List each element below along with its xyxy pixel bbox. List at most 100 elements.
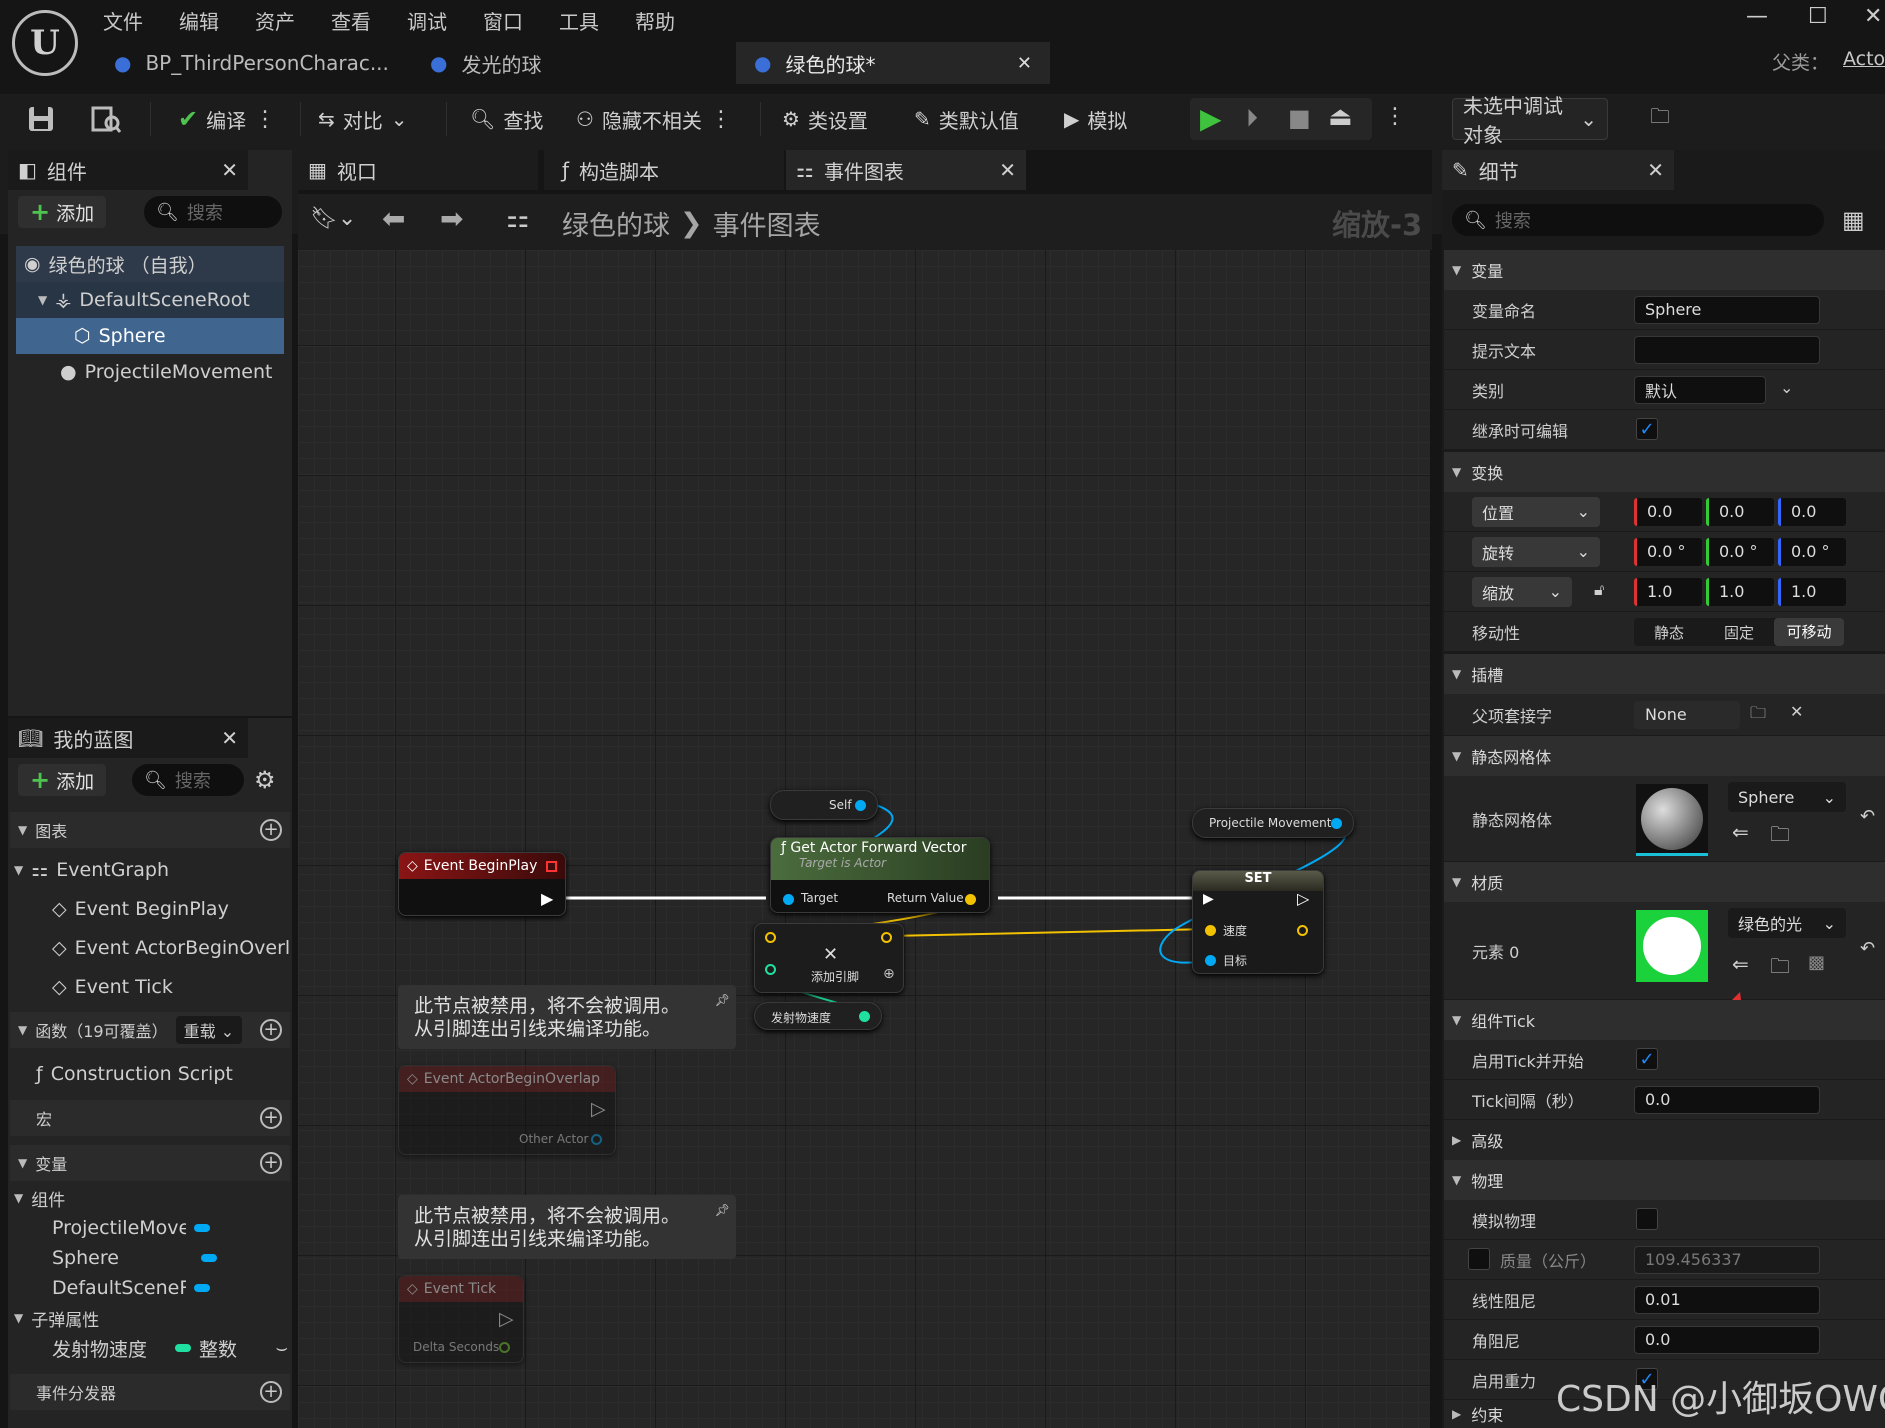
- section-variable[interactable]: ▼ 变量: [1444, 250, 1885, 290]
- scale-y[interactable]: 1.0: [1706, 577, 1774, 606]
- scale-x[interactable]: 1.0: [1634, 577, 1702, 606]
- rotation-z[interactable]: 0.0 °: [1778, 537, 1846, 566]
- mesh-thumbnail[interactable]: [1636, 784, 1708, 856]
- int-in-pin[interactable]: [765, 964, 776, 975]
- component-sphere[interactable]: ⬡ Sphere: [16, 318, 284, 354]
- tick-start-checkbox[interactable]: ✓: [1636, 1048, 1658, 1070]
- close-tab-icon[interactable]: ✕: [221, 726, 238, 750]
- grid-view-icon[interactable]: ▦: [1842, 206, 1865, 234]
- exec-out-pin[interactable]: ▷: [499, 1308, 514, 1330]
- debug-browse-icon[interactable]: 🗀: [1650, 98, 1670, 140]
- material-dropdown[interactable]: 绿色的光 ⌄: [1728, 908, 1846, 938]
- speed-in-pin[interactable]: [1205, 925, 1216, 936]
- use-selected-icon[interactable]: ⇐: [1732, 952, 1749, 976]
- functions-section[interactable]: ▼ 函数（19可覆盖） 重载 ⌄ +: [10, 1012, 290, 1048]
- browse-asset-icon[interactable]: 🗀: [1770, 820, 1790, 854]
- pin-icon[interactable]: 📌︎: [715, 1199, 730, 1222]
- menu-tools[interactable]: 工具: [559, 6, 599, 35]
- variable-launch-speed[interactable]: 发射物速度 整数 ⌣: [52, 1330, 288, 1366]
- use-selected-icon[interactable]: ⇐: [1732, 820, 1749, 844]
- location-x[interactable]: 0.0: [1634, 497, 1702, 526]
- browse-icon[interactable]: [90, 98, 122, 140]
- static-mesh-dropdown[interactable]: Sphere ⌄: [1728, 782, 1846, 812]
- variable-name-input[interactable]: Sphere: [1634, 295, 1820, 324]
- add-member-button[interactable]: + 添加: [18, 764, 107, 796]
- editable-checkbox[interactable]: ✓: [1636, 418, 1658, 440]
- node-event-actor-begin-overlap[interactable]: ◇ Event ActorBeginOverlap ▷ Other Actor: [398, 1065, 616, 1155]
- component-projectile-movement[interactable]: ● ProjectileMovement: [16, 354, 284, 390]
- node-set[interactable]: SET ▶ ▷ 速度 目标: [1192, 870, 1324, 974]
- close-tab-icon[interactable]: ✕: [1647, 158, 1664, 182]
- angular-damping-input[interactable]: 0.0: [1634, 1325, 1820, 1354]
- settings-gear-icon[interactable]: ⚙: [254, 766, 276, 794]
- section-physics[interactable]: ▼ 物理: [1444, 1160, 1885, 1200]
- tick-interval-input[interactable]: 0.0: [1634, 1085, 1820, 1114]
- play-options-icon[interactable]: ⋮: [1384, 104, 1406, 129]
- event-beginplay-item[interactable]: ◇ Event BeginPlay: [52, 891, 229, 927]
- doc-tab-character[interactable]: ● BP_ThirdPersonCharac...: [96, 42, 396, 84]
- mobility-movable[interactable]: 可移动: [1774, 618, 1844, 646]
- mass-override-checkbox[interactable]: [1468, 1248, 1490, 1270]
- exec-out-pin[interactable]: ▷: [1297, 889, 1309, 908]
- menu-debug[interactable]: 调试: [407, 6, 447, 35]
- component-self[interactable]: ◉ 绿色的球 （自我）: [16, 246, 284, 282]
- add-pin-icon[interactable]: ⊕: [883, 966, 895, 982]
- breadcrumb-root[interactable]: 绿色的球: [562, 204, 670, 243]
- node-multiply[interactable]: ✕ 添加引脚 ⊕: [754, 923, 904, 993]
- pin-icon[interactable]: 📌︎: [715, 989, 730, 1012]
- back-arrow-icon[interactable]: ⬅: [382, 202, 405, 235]
- hide-options-icon[interactable]: ⋮: [710, 107, 732, 132]
- int-out-pin[interactable]: [859, 1011, 870, 1022]
- scale-dropdown[interactable]: 缩放 ⌄: [1472, 576, 1572, 607]
- menu-edit[interactable]: 编辑: [179, 6, 219, 35]
- add-pin-label[interactable]: 添加引脚: [811, 968, 859, 985]
- doc-tab-green-ball[interactable]: ● 绿色的球* ✕: [736, 42, 1050, 84]
- component-default-scene-root[interactable]: ▼ ⚶ DefaultSceneRoot: [16, 282, 284, 318]
- close-tab-icon[interactable]: ✕: [999, 158, 1016, 182]
- exec-out-pin[interactable]: ▷: [591, 1098, 606, 1120]
- return-out-pin[interactable]: [965, 894, 976, 905]
- add-graph-icon[interactable]: +: [260, 819, 282, 841]
- browse-asset-icon[interactable]: 🗀: [1770, 952, 1790, 986]
- material-thumbnail[interactable]: [1636, 910, 1708, 982]
- target-in-pin[interactable]: [1205, 955, 1216, 966]
- object-out-pin[interactable]: [591, 1134, 602, 1145]
- rotation-y[interactable]: 0.0 °: [1706, 537, 1774, 566]
- add-function-icon[interactable]: +: [260, 1019, 282, 1041]
- rotation-x[interactable]: 0.0 °: [1634, 537, 1702, 566]
- simulate-physics-checkbox[interactable]: [1636, 1208, 1658, 1230]
- tab-viewport[interactable]: ▦ 视口: [298, 150, 538, 190]
- hide-unrelated-button[interactable]: ⚇ 隐藏不相关 ⋮: [576, 98, 732, 140]
- compile-options-icon[interactable]: ⋮: [254, 107, 276, 132]
- section-sockets[interactable]: ▼ 插槽: [1444, 654, 1885, 694]
- node-get-forward-vector[interactable]: ƒ Get Actor Forward Vector Target is Act…: [770, 837, 990, 913]
- speed-out-pin[interactable]: [1297, 925, 1308, 936]
- dispatchers-section[interactable]: 事件分发器 +: [10, 1374, 290, 1410]
- reset-icon[interactable]: ↶: [1860, 938, 1875, 959]
- compile-button[interactable]: ✔ 编译 ⋮: [178, 98, 276, 140]
- forward-arrow-icon[interactable]: ➡: [440, 202, 463, 235]
- delegate-pin-icon[interactable]: [546, 860, 557, 872]
- node-launch-speed[interactable]: 发射物速度: [754, 1002, 882, 1030]
- linear-damping-input[interactable]: 0.01: [1634, 1285, 1820, 1314]
- stop-icon[interactable]: ■: [1288, 104, 1311, 132]
- my-blueprint-search-input[interactable]: 🔍︎ 搜索: [132, 764, 244, 796]
- components-search-input[interactable]: 🔍︎ 搜索: [144, 196, 282, 228]
- mobility-stationary[interactable]: 固定: [1704, 622, 1774, 643]
- macros-section[interactable]: 宏 +: [10, 1100, 290, 1136]
- construction-script-item[interactable]: ƒ Construction Script: [36, 1056, 233, 1092]
- node-self[interactable]: Self: [770, 790, 878, 820]
- details-search-input[interactable]: 🔍︎ 搜索: [1452, 204, 1824, 236]
- find-button[interactable]: 🔍︎ 查找: [470, 98, 543, 140]
- my-blueprint-tab[interactable]: 📖︎ 我的蓝图 ✕: [8, 718, 248, 758]
- section-advanced[interactable]: ▶ 高级: [1444, 1120, 1885, 1160]
- debug-target-dropdown[interactable]: 未选中调试对象 ⌄: [1452, 94, 1608, 147]
- chevron-down-icon[interactable]: ⌄: [1780, 378, 1793, 397]
- location-dropdown[interactable]: 位置 ⌄: [1472, 496, 1600, 527]
- event-tick-item[interactable]: ◇ Event Tick: [52, 969, 173, 1005]
- add-component-button[interactable]: + 添加: [18, 196, 107, 228]
- menu-window[interactable]: 窗口: [483, 6, 523, 35]
- section-component-tick[interactable]: ▼ 组件Tick: [1444, 1000, 1885, 1040]
- tab-event-graph[interactable]: ⚏ 事件图表 ✕: [786, 150, 1026, 190]
- node-event-beginplay[interactable]: ◇ Event BeginPlay ▶: [398, 852, 566, 916]
